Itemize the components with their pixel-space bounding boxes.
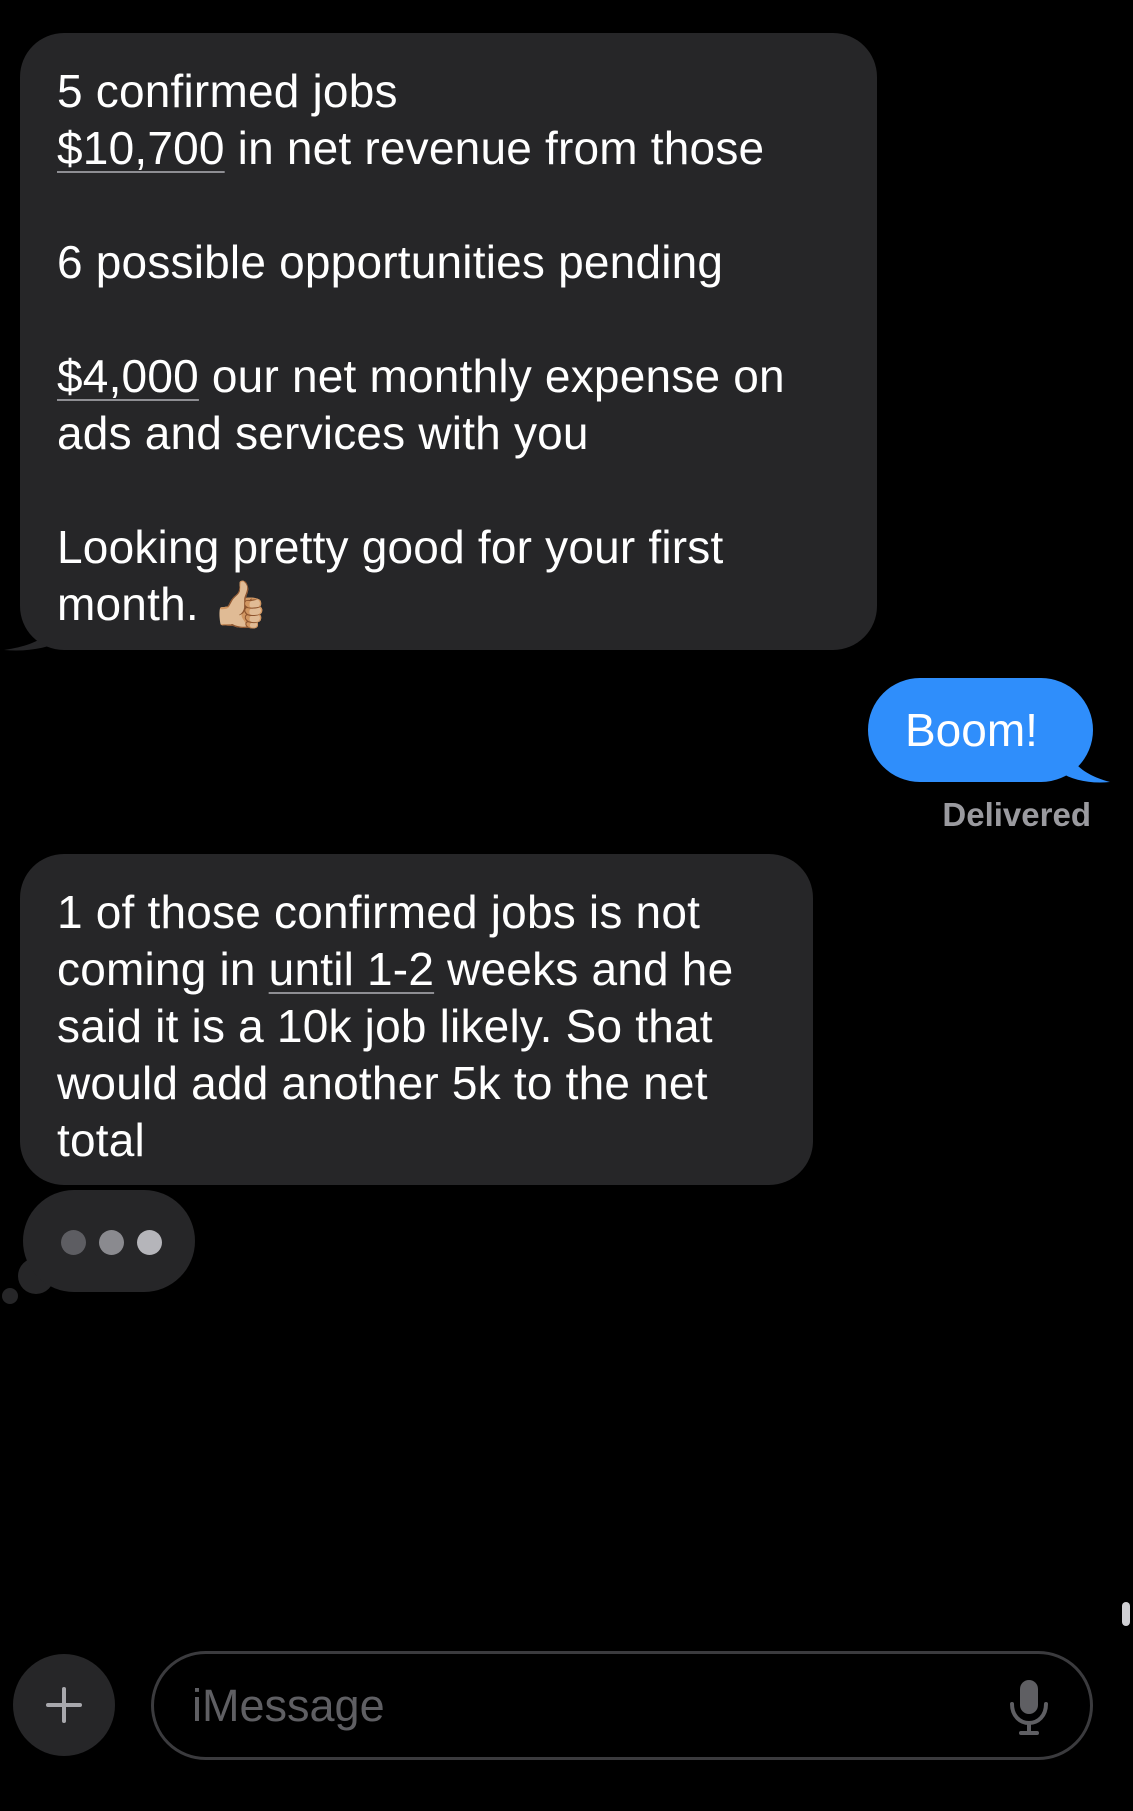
microphone-icon[interactable] (1008, 1678, 1050, 1736)
plus-icon (46, 1687, 82, 1723)
typing-dot (99, 1230, 124, 1255)
date-link[interactable]: until 1-2 (269, 943, 434, 995)
message-line: Looking pretty good for your first (57, 521, 724, 573)
message-line: month. 👍🏼 (57, 576, 841, 633)
message-input[interactable]: iMessage (151, 1651, 1093, 1760)
message-text: coming in (57, 943, 269, 995)
typing-indicator (23, 1190, 195, 1292)
amount-link[interactable]: $10,700 (57, 122, 225, 174)
delivery-status: Delivered (942, 796, 1091, 833)
message-line: total (57, 1114, 145, 1166)
message-line: $4,000 our net monthly expense on (57, 348, 841, 405)
typing-dot (61, 1230, 86, 1255)
add-attachment-button[interactable] (13, 1654, 115, 1756)
amount-link[interactable]: $4,000 (57, 350, 199, 402)
incoming-message-bubble[interactable]: 5 confirmed jobs $10,700 in net revenue … (20, 33, 877, 650)
typing-dot (137, 1230, 162, 1255)
message-line: would add another 5k to the net (57, 1057, 708, 1109)
message-line: 5 confirmed jobs (57, 65, 398, 117)
message-input-placeholder: iMessage (192, 1680, 385, 1731)
message-line: 6 possible opportunities pending (57, 236, 724, 288)
message-line: 1 of those confirmed jobs is not (57, 886, 701, 938)
message-text: month. (57, 578, 212, 630)
message-line: coming in until 1-2 weeks and he (57, 941, 777, 998)
message-text: our net monthly expense on (198, 350, 785, 402)
message-line: $10,700 in net revenue from those (57, 120, 841, 177)
typing-indicator-tail-dot (2, 1288, 18, 1304)
scroll-indicator[interactable] (1122, 1602, 1130, 1626)
thumbs-up-emoji: 👍🏼 (211, 578, 270, 630)
incoming-message-bubble[interactable]: 1 of those confirmed jobs is not coming … (20, 854, 813, 1185)
message-line: ads and services with you (57, 407, 589, 459)
message-text: weeks and he (434, 943, 734, 995)
message-text: Boom! (905, 704, 1038, 756)
message-line: said it is a 10k job likely. So that (57, 1000, 713, 1052)
outgoing-message-bubble[interactable]: Boom! (868, 678, 1093, 782)
message-text: in net revenue from those (224, 122, 765, 174)
